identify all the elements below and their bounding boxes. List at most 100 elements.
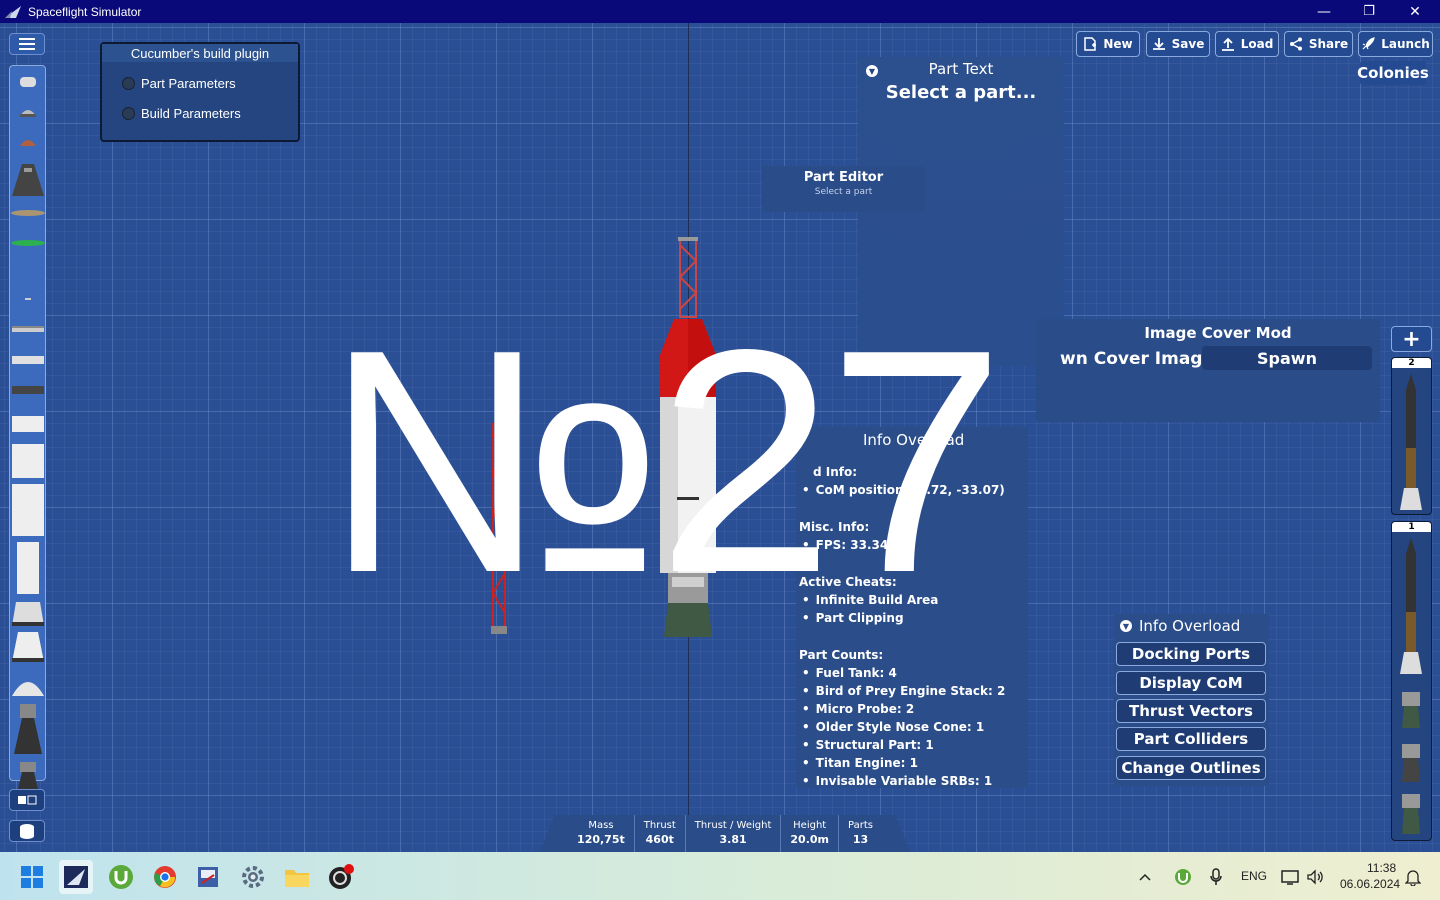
cheats-heading: Active Cheats: bbox=[799, 575, 897, 589]
plugin-option-part-parameters[interactable]: Part Parameters bbox=[122, 68, 298, 98]
build-area[interactable]: Cucumber's build plugin Part Parameters … bbox=[0, 23, 1440, 852]
part-parachute-icon[interactable] bbox=[10, 238, 46, 248]
toggle-icon[interactable] bbox=[122, 76, 135, 90]
start-button[interactable] bbox=[15, 860, 49, 894]
taskbar-spaceflight[interactable] bbox=[59, 860, 93, 894]
fps-value: FPS: 33.34 bbox=[802, 538, 889, 552]
count-item: Titan Engine: 1 bbox=[802, 756, 918, 770]
option-label: Build Parameters bbox=[141, 105, 241, 121]
save-label: Save bbox=[1171, 37, 1205, 51]
display-com-button[interactable]: Display CoM bbox=[1116, 671, 1266, 695]
part-pod-icon[interactable] bbox=[17, 134, 39, 148]
colonies-button[interactable]: Colonies bbox=[1357, 61, 1429, 85]
rocket-assembly[interactable] bbox=[650, 235, 730, 640]
taskbar-app-editor[interactable] bbox=[191, 860, 225, 894]
spawn-button[interactable]: Spawn bbox=[1202, 346, 1372, 370]
tray-expand-button[interactable] bbox=[1134, 860, 1156, 894]
symmetry-icon bbox=[18, 795, 37, 805]
counts-heading: Part Counts: bbox=[799, 648, 884, 662]
tray-network[interactable] bbox=[1278, 860, 1304, 894]
tray-volume[interactable] bbox=[1303, 860, 1329, 894]
stage-card[interactable]: 1 bbox=[1391, 521, 1432, 841]
windows-logo-icon bbox=[21, 866, 43, 888]
info-title: Info Overload bbox=[863, 431, 965, 449]
load-button[interactable]: Load bbox=[1215, 31, 1279, 57]
parts-category-button[interactable] bbox=[9, 820, 45, 842]
count-item: Structural Part: 1 bbox=[802, 738, 934, 752]
plugin-option-build-parameters[interactable]: Build Parameters bbox=[122, 98, 298, 128]
part-nose-cone-icon[interactable] bbox=[10, 674, 46, 698]
main-menu-button[interactable] bbox=[9, 33, 45, 55]
part-colliders-button[interactable]: Part Colliders bbox=[1116, 727, 1266, 751]
part-separator-icon[interactable] bbox=[10, 324, 46, 334]
taskbar-obs[interactable] bbox=[324, 860, 358, 894]
gear-icon bbox=[242, 866, 264, 888]
part-tank-small-icon[interactable] bbox=[10, 414, 46, 434]
part-adapter-icon[interactable] bbox=[10, 630, 46, 664]
count-item: Invisable Variable SRBs: 1 bbox=[802, 774, 993, 788]
stage-card[interactable]: 2 bbox=[1391, 357, 1432, 515]
info-options-header[interactable]: ▼ Info Overload bbox=[1120, 617, 1240, 635]
symmetry-button[interactable] bbox=[9, 789, 45, 811]
part-tank-narrow-icon[interactable] bbox=[13, 540, 43, 596]
part-editor-subtitle: Select a part bbox=[814, 187, 873, 197]
part-tank-medium-icon[interactable] bbox=[10, 442, 46, 480]
taskbar-chrome[interactable] bbox=[148, 860, 182, 894]
part-docking-icon[interactable] bbox=[10, 384, 46, 396]
close-button[interactable]: ✕ bbox=[1392, 0, 1438, 23]
stat-label: Mass bbox=[588, 820, 614, 831]
save-button[interactable]: Save bbox=[1146, 31, 1210, 57]
network-icon bbox=[1281, 870, 1299, 885]
language-indicator[interactable]: ENG bbox=[1241, 869, 1267, 883]
tray-utorrent[interactable] bbox=[1170, 860, 1196, 894]
stat-value: 460t bbox=[645, 833, 674, 846]
count-item: Bird of Prey Engine Stack: 2 bbox=[802, 684, 1006, 698]
stat-label: Parts bbox=[848, 820, 873, 831]
stat-value: 120,75t bbox=[577, 833, 625, 846]
clock-date[interactable]: 06.06.2024 bbox=[1340, 877, 1400, 891]
parts-palette bbox=[9, 65, 46, 798]
spaceflight-icon bbox=[64, 866, 88, 888]
launch-button[interactable]: Launch bbox=[1358, 31, 1433, 57]
image-cover-mod-panel: Image Cover Mod wn Cover Image Spawn bbox=[1036, 319, 1380, 422]
new-file-icon bbox=[1084, 37, 1097, 51]
collapse-arrow-icon[interactable]: ▼ bbox=[1120, 620, 1132, 632]
tray-microphone[interactable] bbox=[1203, 860, 1229, 894]
thrust-vectors-button[interactable]: Thrust Vectors bbox=[1116, 699, 1266, 723]
stat-thrust: Thrust 460t bbox=[635, 815, 686, 852]
part-command-module-icon[interactable] bbox=[10, 162, 46, 198]
part-probe-icon[interactable] bbox=[17, 74, 39, 88]
taskbar-settings[interactable] bbox=[236, 860, 270, 894]
misc-heading: Misc. Info: bbox=[799, 520, 870, 534]
menu-bar-icon bbox=[19, 43, 35, 45]
part-tank-large-icon[interactable] bbox=[10, 482, 46, 538]
bell-icon bbox=[1405, 870, 1421, 886]
window-title: Spaceflight Simulator bbox=[28, 4, 142, 19]
minimize-button[interactable]: — bbox=[1301, 0, 1347, 23]
part-heat-shield-icon[interactable] bbox=[10, 208, 46, 218]
stat-value: 3.81 bbox=[719, 833, 747, 846]
add-stage-button[interactable]: + bbox=[1391, 326, 1432, 352]
part-coupler-icon[interactable] bbox=[10, 354, 46, 366]
part-capsule-icon[interactable] bbox=[17, 104, 39, 118]
collapse-arrow-icon[interactable]: ▼ bbox=[866, 65, 878, 77]
new-button[interactable]: New bbox=[1076, 31, 1140, 57]
info-section-heading: d Info: bbox=[813, 465, 858, 479]
part-fairing-icon[interactable] bbox=[10, 600, 46, 628]
toggle-icon[interactable] bbox=[122, 106, 135, 120]
part-engine-large-icon[interactable] bbox=[10, 702, 46, 756]
title-bar: Spaceflight Simulator — ❐ ✕ bbox=[0, 0, 1440, 23]
side-lattice[interactable] bbox=[488, 423, 512, 638]
maximize-button[interactable]: ❐ bbox=[1346, 0, 1392, 23]
taskbar-explorer[interactable] bbox=[280, 860, 314, 894]
taskbar-utorrent[interactable] bbox=[104, 860, 138, 894]
clock-time[interactable]: 11:38 bbox=[1367, 861, 1396, 875]
share-button[interactable]: Share bbox=[1284, 31, 1353, 57]
change-outlines-button[interactable]: Change Outlines bbox=[1116, 756, 1266, 780]
download-icon bbox=[1152, 38, 1165, 50]
docking-ports-button[interactable]: Docking Ports bbox=[1116, 642, 1266, 666]
notifications-button[interactable] bbox=[1400, 860, 1426, 894]
part-small-icon[interactable] bbox=[23, 296, 33, 302]
share-icon bbox=[1289, 37, 1302, 51]
count-item: Older Style Nose Cone: 1 bbox=[802, 720, 985, 734]
